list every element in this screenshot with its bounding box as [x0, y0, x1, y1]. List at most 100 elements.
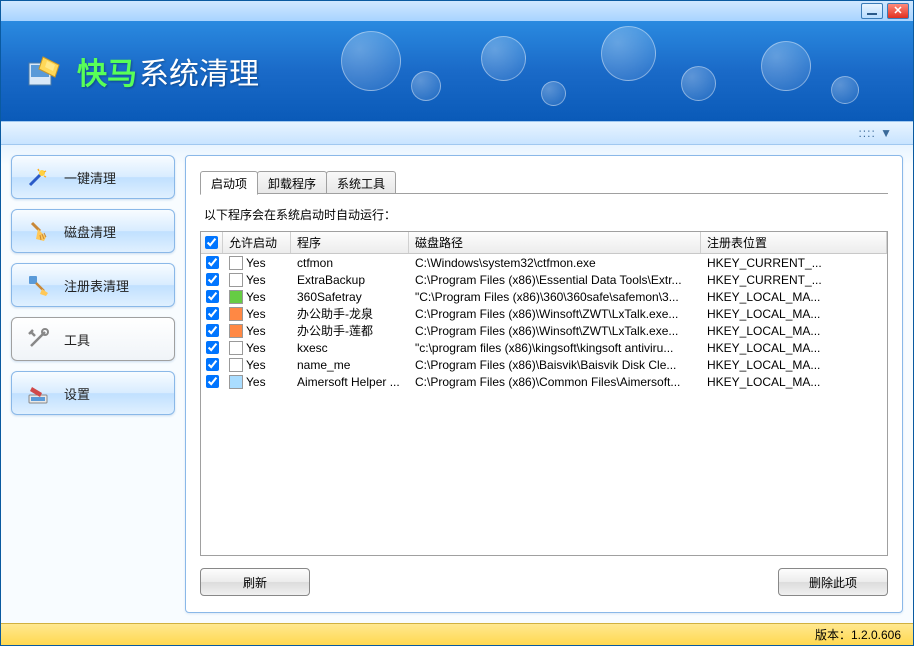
cell-registry: HKEY_LOCAL_MA... — [701, 324, 887, 338]
program-icon — [229, 307, 243, 321]
cell-allow: Yes — [223, 273, 291, 287]
row-checkbox[interactable] — [201, 307, 223, 320]
cell-path: C:\Program Files (x86)\Baisvik\Baisvik D… — [409, 358, 701, 372]
table-row[interactable]: YesExtraBackupC:\Program Files (x86)\Ess… — [201, 271, 887, 288]
registry-broom-icon — [26, 273, 50, 297]
header-banner: 快马 系统清理 — [1, 21, 913, 121]
toolbar-menu-icon[interactable]: :::: ▼ — [858, 126, 893, 140]
program-icon — [229, 273, 243, 287]
cell-registry: HKEY_CURRENT_... — [701, 256, 887, 270]
cell-path: C:\Program Files (x86)\Winsoft\ZWT\LxTal… — [409, 324, 701, 338]
program-icon — [229, 341, 243, 355]
sidebar-item-label: 一键清理 — [64, 168, 116, 187]
app-logo-icon — [25, 51, 65, 91]
sidebar-item-one-click-clean[interactable]: 一键清理 — [11, 155, 175, 199]
program-icon — [229, 324, 243, 338]
row-checkbox[interactable] — [201, 273, 223, 286]
column-path[interactable]: 磁盘路径 — [409, 232, 701, 253]
row-checkbox[interactable] — [201, 290, 223, 303]
broom-icon — [26, 219, 50, 243]
cell-program: 办公助手-龙泉 — [291, 305, 409, 322]
cell-path: C:\Windows\system32\ctfmon.exe — [409, 256, 701, 270]
cell-allow: Yes — [223, 375, 291, 389]
sidebar-item-settings[interactable]: 设置 — [11, 371, 175, 415]
main-panel: 启动项 卸载程序 系统工具 以下程序会在系统启动时自动运行： 允许启动 程序 磁… — [185, 155, 903, 613]
row-checkbox[interactable] — [201, 375, 223, 388]
panel-description: 以下程序会在系统启动时自动运行： — [204, 206, 888, 223]
table-row[interactable]: Yes办公助手-龙泉C:\Program Files (x86)\Winsoft… — [201, 305, 887, 322]
cell-registry: HKEY_LOCAL_MA... — [701, 290, 887, 304]
cell-program: ExtraBackup — [291, 273, 409, 287]
app-brand: 快马 — [77, 49, 137, 93]
action-bar: 刷新 删除此项 — [200, 568, 888, 596]
cell-registry: HKEY_LOCAL_MA... — [701, 358, 887, 372]
row-checkbox[interactable] — [201, 256, 223, 269]
sidebar-item-registry-clean[interactable]: 注册表清理 — [11, 263, 175, 307]
refresh-button[interactable]: 刷新 — [200, 568, 310, 596]
cell-program: ctfmon — [291, 256, 409, 270]
sidebar-item-label: 工具 — [64, 330, 90, 349]
cell-registry: HKEY_LOCAL_MA... — [701, 375, 887, 389]
row-checkbox[interactable] — [201, 358, 223, 371]
program-icon — [229, 358, 243, 372]
tab-bar: 启动项 卸载程序 系统工具 — [200, 170, 888, 194]
tab-startup[interactable]: 启动项 — [200, 171, 258, 195]
version-label: 版本： — [815, 626, 851, 643]
cell-registry: HKEY_LOCAL_MA... — [701, 307, 887, 321]
app-title: 快马 系统清理 — [77, 49, 259, 93]
header-checkbox[interactable] — [201, 232, 223, 253]
tab-uninstall[interactable]: 卸载程序 — [257, 171, 327, 193]
table-row[interactable]: Yesname_meC:\Program Files (x86)\Baisvik… — [201, 356, 887, 373]
close-button[interactable]: ✕ — [887, 3, 909, 19]
list-header: 允许启动 程序 磁盘路径 注册表位置 — [201, 232, 887, 254]
sidebar-item-tools[interactable]: 工具 — [11, 317, 175, 361]
toolbar-strip: :::: ▼ — [1, 121, 913, 145]
cell-allow: Yes — [223, 341, 291, 355]
row-checkbox[interactable] — [201, 324, 223, 337]
tools-icon — [26, 327, 50, 351]
program-icon — [229, 375, 243, 389]
body: 一键清理 磁盘清理 注册表清理 工具 设置 启动项 卸载程序 — [1, 145, 913, 623]
sidebar: 一键清理 磁盘清理 注册表清理 工具 设置 — [11, 155, 175, 613]
cell-allow: Yes — [223, 256, 291, 270]
cell-program: name_me — [291, 358, 409, 372]
column-allow[interactable]: 允许启动 — [223, 232, 291, 253]
cell-path: C:\Program Files (x86)\Winsoft\ZWT\LxTal… — [409, 307, 701, 321]
cell-program: 办公助手-莲都 — [291, 322, 409, 339]
cell-program: 360Safetray — [291, 290, 409, 304]
table-row[interactable]: Yes360Safetray"C:\Program Files (x86)\36… — [201, 288, 887, 305]
cell-allow: Yes — [223, 290, 291, 304]
minimize-button[interactable] — [861, 3, 883, 19]
program-icon — [229, 256, 243, 270]
wand-icon — [26, 165, 50, 189]
titlebar: ✕ — [1, 1, 913, 21]
cell-path: C:\Program Files (x86)\Essential Data To… — [409, 273, 701, 287]
table-row[interactable]: YesAimersoft Helper ...C:\Program Files … — [201, 373, 887, 390]
tab-system-tools[interactable]: 系统工具 — [326, 171, 396, 193]
table-row[interactable]: Yes办公助手-莲都C:\Program Files (x86)\Winsoft… — [201, 322, 887, 339]
startup-list: 允许启动 程序 磁盘路径 注册表位置 YesctfmonC:\Windows\s… — [200, 231, 888, 556]
settings-icon — [26, 381, 50, 405]
delete-button[interactable]: 删除此项 — [778, 568, 888, 596]
cell-allow: Yes — [223, 307, 291, 321]
column-program[interactable]: 程序 — [291, 232, 409, 253]
cell-program: kxesc — [291, 341, 409, 355]
cell-path: C:\Program Files (x86)\Common Files\Aime… — [409, 375, 701, 389]
table-row[interactable]: YesctfmonC:\Windows\system32\ctfmon.exeH… — [201, 254, 887, 271]
program-icon — [229, 290, 243, 304]
sidebar-item-disk-clean[interactable]: 磁盘清理 — [11, 209, 175, 253]
column-registry[interactable]: 注册表位置 — [701, 232, 887, 253]
sidebar-item-label: 设置 — [64, 384, 90, 403]
cell-path: "C:\Program Files (x86)\360\360safe\safe… — [409, 290, 701, 304]
cell-registry: HKEY_LOCAL_MA... — [701, 341, 887, 355]
cell-allow: Yes — [223, 358, 291, 372]
table-row[interactable]: Yeskxesc"c:\program files (x86)\kingsoft… — [201, 339, 887, 356]
version-value: 1.2.0.606 — [851, 628, 901, 642]
row-checkbox[interactable] — [201, 341, 223, 354]
cell-registry: HKEY_CURRENT_... — [701, 273, 887, 287]
cell-program: Aimersoft Helper ... — [291, 375, 409, 389]
app-window: ✕ 快马 系统清理 :::: ▼ 一键清理 磁盘清理 — [0, 0, 914, 646]
app-subtitle: 系统清理 — [139, 49, 259, 93]
list-body: YesctfmonC:\Windows\system32\ctfmon.exeH… — [201, 254, 887, 390]
sidebar-item-label: 磁盘清理 — [64, 222, 116, 241]
